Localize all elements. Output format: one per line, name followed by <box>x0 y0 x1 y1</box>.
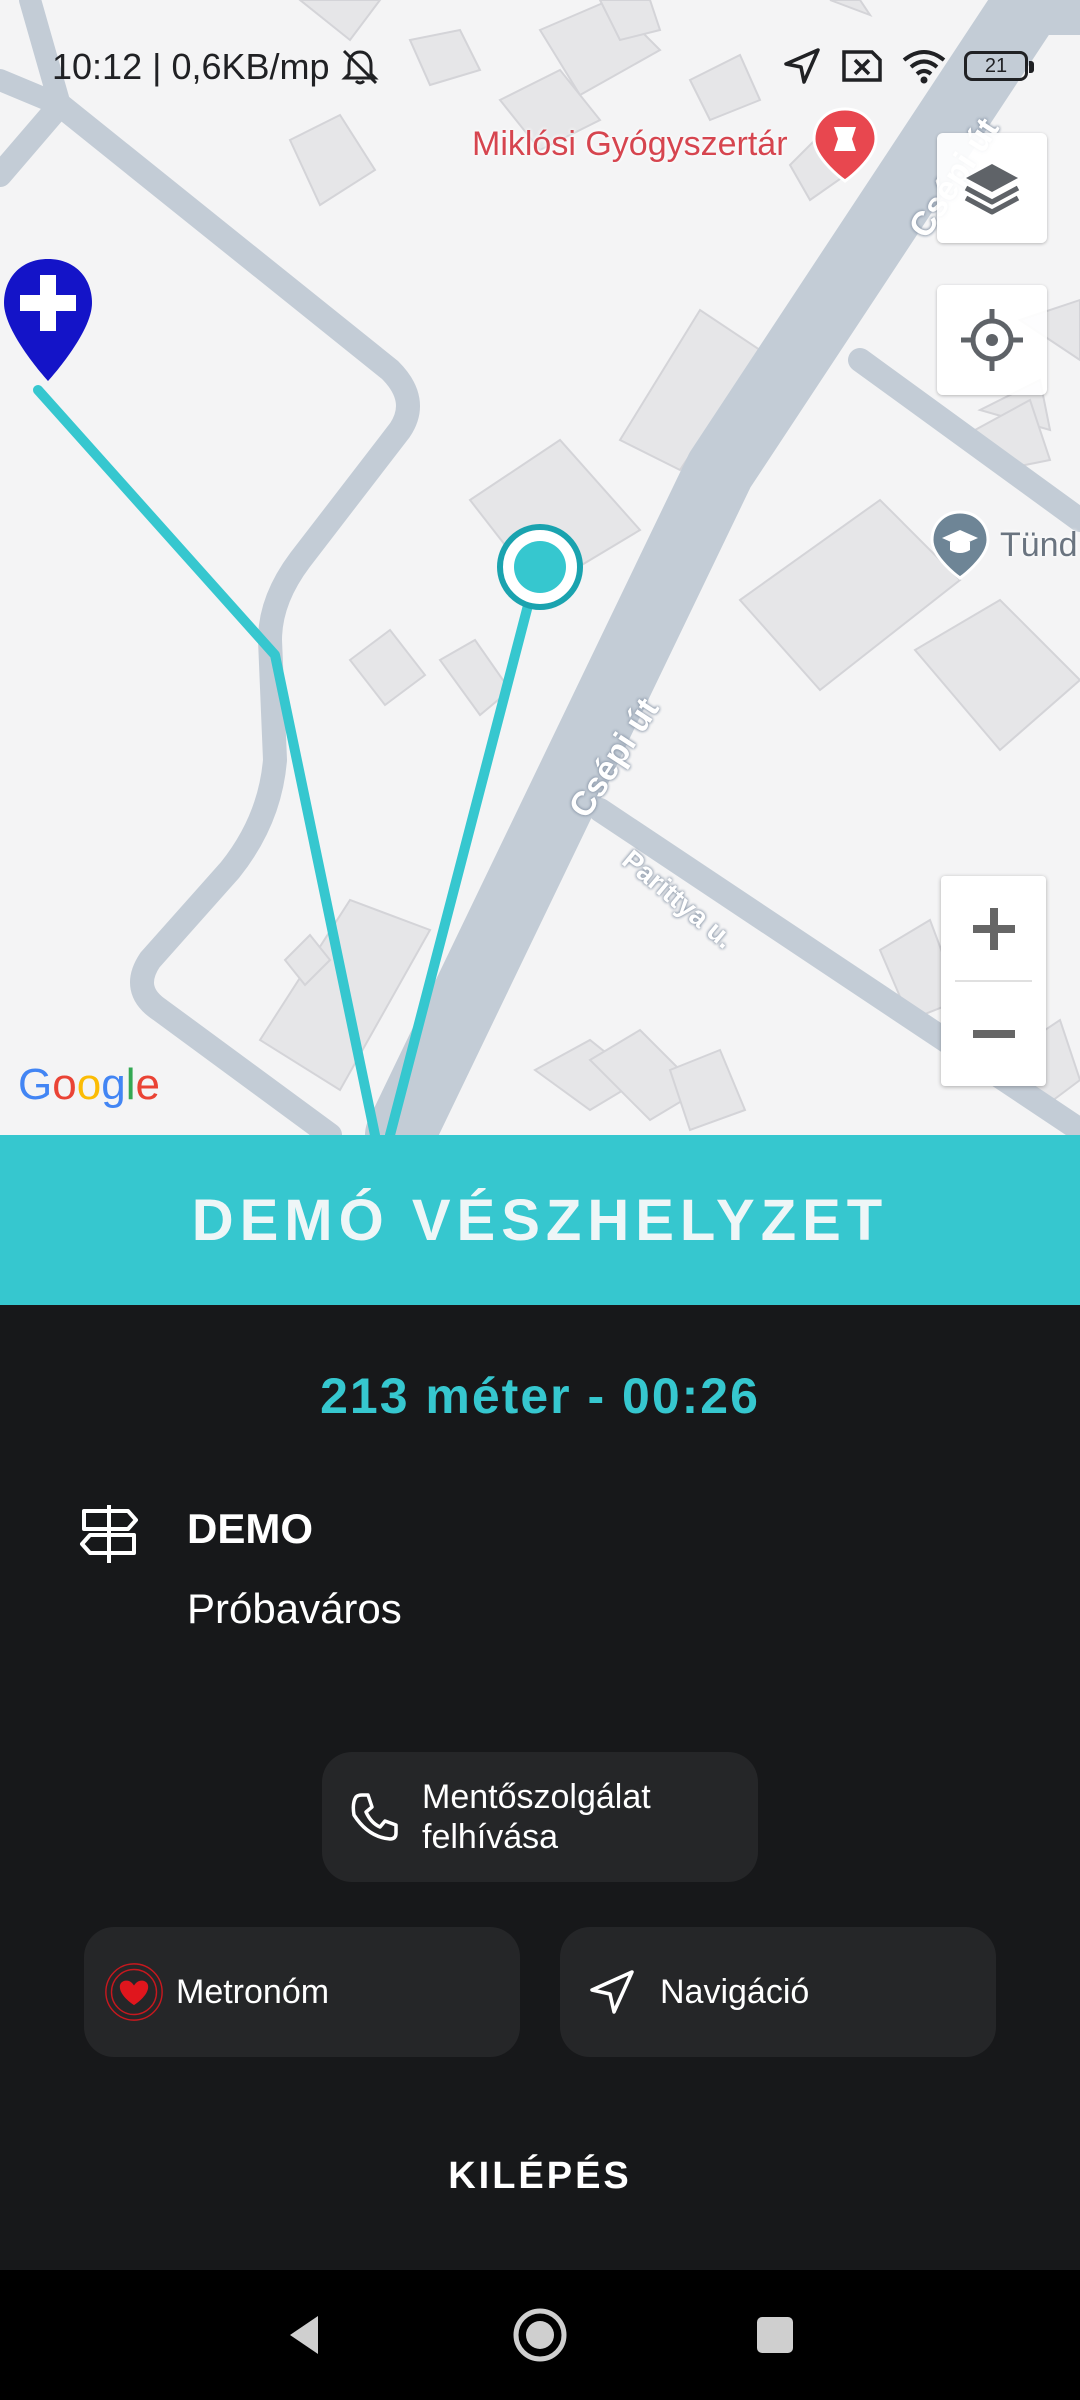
google-logo: Google <box>18 1060 160 1109</box>
plus-icon <box>972 907 1015 950</box>
map-layers-button[interactable] <box>937 133 1047 243</box>
map-view[interactable]: Miklósi Gyógyszertár Tünd Csépi út Csépi… <box>0 0 1080 1135</box>
call-ambulance-button[interactable]: Mentőszolgálat felhívása <box>322 1752 758 1882</box>
crosshair-icon <box>961 309 1023 371</box>
navigation-label: Navigáció <box>660 1972 810 2011</box>
poi-school-label: Tünd <box>1000 526 1078 564</box>
address-city: Próbaváros <box>187 1585 402 1632</box>
address-name: DEMO <box>187 1505 313 1552</box>
zoom-out-button[interactable] <box>941 981 1046 1086</box>
battery-icon: 21 <box>964 51 1034 81</box>
signpost-icon <box>80 1505 138 1563</box>
distance-eta: 213 méter - 00:26 <box>320 1368 760 1424</box>
metronome-label: Metronóm <box>176 1972 330 2011</box>
my-location-button[interactable] <box>937 285 1047 395</box>
bell-off-icon <box>340 49 379 85</box>
back-button[interactable] <box>270 2300 340 2370</box>
sim-x-icon <box>842 50 882 82</box>
system-nav-bar <box>0 2270 1080 2400</box>
zoom-controls <box>941 876 1046 1086</box>
wifi-icon <box>902 50 946 84</box>
exit-button[interactable]: KILÉPÉS <box>0 2155 1080 2198</box>
phone-icon <box>351 1793 398 1841</box>
heartbeat-icon <box>105 1963 163 2021</box>
location-arrow-icon <box>784 48 820 84</box>
recents-button[interactable] <box>740 2300 810 2370</box>
navigation-button[interactable]: Navigáció <box>560 1927 996 2057</box>
layers-icon <box>964 164 1020 215</box>
home-button[interactable] <box>505 2300 575 2370</box>
navigation-arrow-icon <box>590 1970 634 2014</box>
destination-pin-icon[interactable] <box>0 255 96 385</box>
home-icon <box>513 2308 567 2362</box>
recents-icon <box>757 2317 793 2353</box>
call-ambulance-label: Mentőszolgálat felhívása <box>422 1778 651 1856</box>
back-icon <box>290 2316 318 2354</box>
status-bar: 10:12 | 0,6KB/mp 21 <box>0 0 1080 134</box>
emergency-info-panel: 213 méter - 00:26 DEMO Próbaváros Mentős… <box>0 1305 1080 2270</box>
minus-icon <box>972 1029 1015 1038</box>
zoom-in-button[interactable] <box>941 876 1046 981</box>
school-pin-icon[interactable] <box>928 508 992 582</box>
current-location-icon <box>497 524 583 610</box>
status-time: 10:12 | 0,6KB/mp <box>52 46 330 87</box>
emergency-banner: DEMÓ VÉSZHELYZET <box>0 1135 1080 1305</box>
metronome-button[interactable]: Metronóm <box>84 1927 520 2057</box>
zoom-divider <box>955 980 1032 982</box>
